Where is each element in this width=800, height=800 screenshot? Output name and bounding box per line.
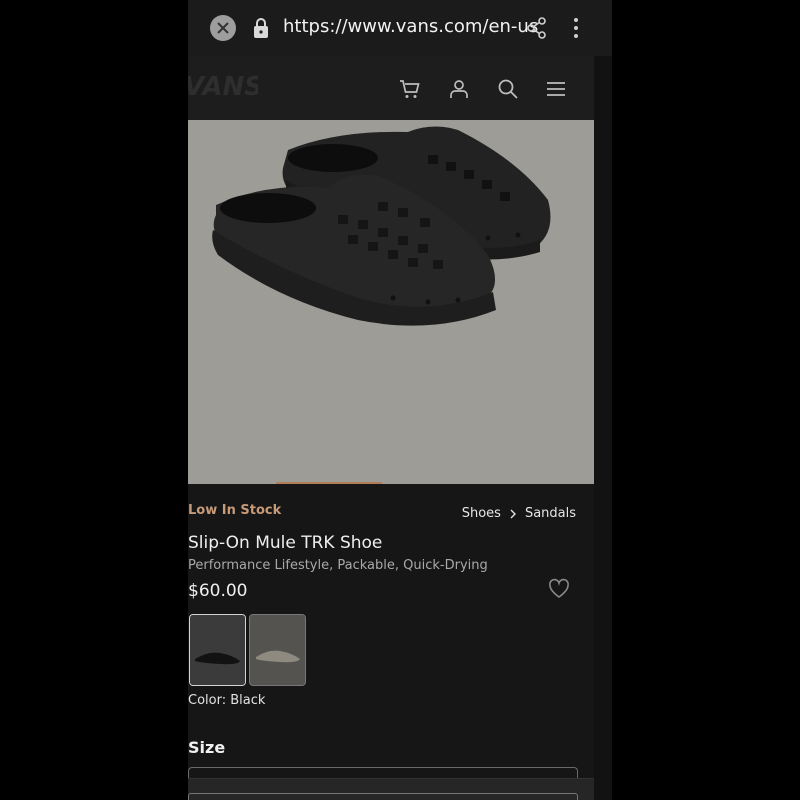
site-header: VANS (188, 56, 594, 120)
more-vertical-icon[interactable] (568, 16, 584, 40)
product-image[interactable] (188, 120, 594, 484)
account-icon[interactable] (448, 78, 470, 100)
lock-icon (254, 18, 268, 38)
product-price: $60.00 (188, 581, 248, 601)
hamburger-menu-icon[interactable] (545, 78, 567, 100)
shoe-thumb-black (190, 615, 245, 685)
shoe-illustration (212, 126, 551, 326)
breadcrumb-sandals[interactable]: Sandals (525, 506, 576, 521)
url-text[interactable]: https://www.vans.com/en-us (283, 16, 538, 37)
stock-status: Low In Stock (188, 503, 282, 518)
web-page: VANS (188, 56, 612, 800)
heart-icon[interactable] (548, 578, 570, 600)
cart-icon[interactable] (399, 78, 421, 100)
breadcrumb-shoes[interactable]: Shoes (462, 506, 501, 521)
size-label: Size (188, 738, 226, 757)
svg-text:VANS: VANS (188, 72, 258, 100)
swatch-black[interactable] (189, 614, 246, 686)
vans-logo[interactable]: VANS (188, 70, 258, 100)
browser-url-bar: https://www.vans.com/en-us (188, 0, 612, 57)
product-title: Slip-On Mule TRK Shoe (188, 533, 383, 553)
swatch-taupe[interactable] (249, 614, 306, 686)
search-icon[interactable] (497, 78, 519, 100)
color-label: Color: Black (188, 693, 266, 708)
share-icon[interactable] (526, 17, 548, 39)
page-edge (594, 56, 612, 800)
phone-screen: https://www.vans.com/en-us VANS (188, 0, 612, 800)
breadcrumb: Shoes Sandals (462, 506, 576, 521)
shoe-thumb-taupe (250, 615, 305, 685)
product-subtitle: Performance Lifestyle, Packable, Quick-D… (188, 558, 488, 573)
carousel-indicator (276, 482, 382, 484)
close-icon[interactable] (210, 15, 236, 41)
chevron-right-icon (510, 509, 516, 518)
bottom-sticky-button[interactable] (188, 793, 578, 800)
